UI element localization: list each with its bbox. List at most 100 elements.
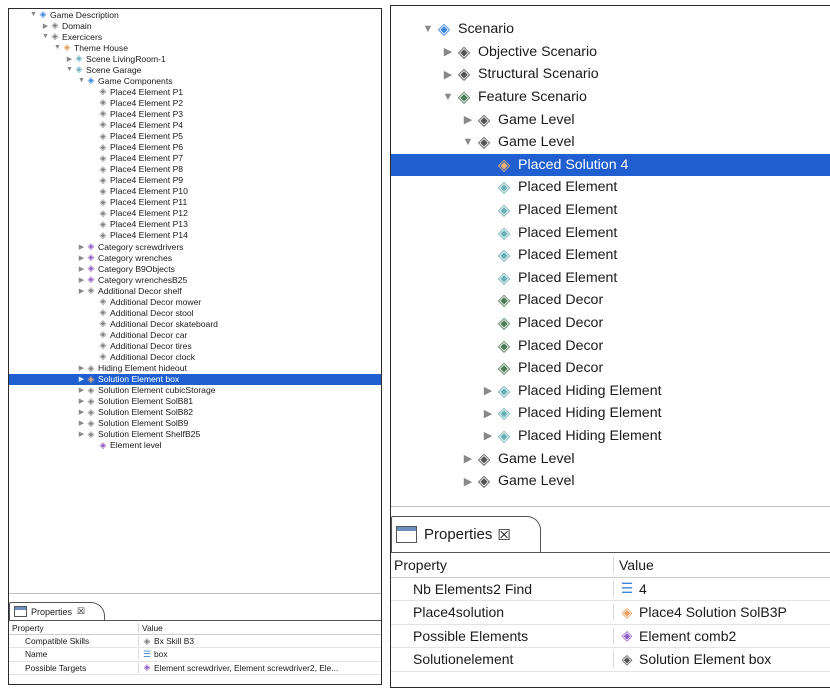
tree-item[interactable]: ▼ ◈ Theme House: [9, 42, 381, 53]
tree-item[interactable]: ▶ ◈ Solution Element SolB9: [9, 418, 381, 429]
tree-item[interactable]: ▶ ◈ Category B9Objects: [9, 263, 381, 274]
tree-item[interactable]: ◈ Place4 Element P1: [9, 86, 381, 97]
collapsed-triangle-icon[interactable]: ▶: [461, 475, 475, 488]
tree-item[interactable]: ◈ Place4 Element P11: [9, 197, 381, 208]
property-value-cell[interactable]: ◈ Place4 Solution SolB3P: [614, 604, 830, 621]
tree-item[interactable]: ◈ Additional Decor mower: [9, 296, 381, 307]
property-value-cell[interactable]: ◈ Bx Skill B3: [139, 636, 381, 647]
tree-item[interactable]: ▶ ◈ Category wrenches: [9, 252, 381, 263]
tree-item[interactable]: ◈ Placed Element: [391, 244, 830, 267]
tree-item[interactable]: ◈ Additional Decor stool: [9, 307, 381, 318]
tree-item[interactable]: ◈ Additional Decor skateboard: [9, 318, 381, 329]
expanded-triangle-icon[interactable]: ▼: [29, 11, 38, 18]
tree-item[interactable]: ▶ ◈ Domain: [9, 20, 381, 31]
property-row[interactable]: Possible Targets ◈ Element screwdriver, El…: [9, 662, 381, 675]
left-properties-tab[interactable]: Properties ☒: [9, 602, 105, 620]
tree-item[interactable]: ◈ Additional Decor clock: [9, 351, 381, 362]
tree-item[interactable]: ◈ Element level: [9, 440, 381, 451]
tree-item[interactable]: ▶ ◈ Structural Scenario: [391, 63, 830, 86]
tree-item[interactable]: ▼ ◈ Game Level: [391, 131, 830, 154]
tree-item[interactable]: ▶ ◈ Scene LivingRoom-1: [9, 53, 381, 64]
right-splitter[interactable]: [391, 506, 830, 511]
tree-item[interactable]: ▶ ◈ Solution Element box: [9, 373, 381, 385]
property-value-cell[interactable]: ◈ Element screwdriver, Element screwdrive…: [139, 662, 381, 673]
tree-item[interactable]: ◈ Placed Decor: [391, 334, 830, 357]
close-icon[interactable]: ☒: [77, 606, 85, 617]
tree-item[interactable]: ◈ Place4 Element P12: [9, 208, 381, 219]
property-row[interactable]: Compatible Skills ◈ Bx Skill B3: [9, 635, 381, 649]
collapsed-triangle-icon[interactable]: ▶: [77, 375, 86, 383]
tree-item[interactable]: ▶ ◈ Solution Element SolB82: [9, 407, 381, 418]
value-column-header[interactable]: Value: [614, 557, 830, 573]
tree-item[interactable]: ◈ Placed Element: [391, 267, 830, 290]
collapsed-triangle-icon[interactable]: ▶: [77, 419, 86, 427]
tree-item[interactable]: ▶ ◈ Game Level: [391, 108, 830, 131]
collapsed-triangle-icon[interactable]: ▶: [77, 408, 86, 416]
property-row[interactable]: Name ☰ box: [9, 648, 381, 662]
tree-item[interactable]: ▶ ◈ Placed Hiding Element: [391, 425, 830, 448]
tree-item[interactable]: ▼ ◈ Exercicers: [9, 31, 381, 42]
expanded-triangle-icon[interactable]: ▼: [77, 77, 86, 84]
collapsed-triangle-icon[interactable]: ▶: [41, 22, 50, 30]
property-column-header[interactable]: Property: [391, 557, 614, 574]
tree-item[interactable]: ◈ Placed Element: [391, 199, 830, 222]
tree-item[interactable]: ◈ Place4 Element P4: [9, 119, 381, 130]
tree-item[interactable]: ◈ Additional Decor car: [9, 329, 381, 340]
property-row[interactable]: Nb Elements2 Find ☰ 4: [391, 578, 830, 601]
collapsed-triangle-icon[interactable]: ▶: [77, 243, 86, 251]
tree-item[interactable]: ▼ ◈ Feature Scenario: [391, 86, 830, 109]
collapsed-triangle-icon[interactable]: ▶: [481, 429, 495, 442]
tree-item[interactable]: ▶ ◈ Additional Decor shelf: [9, 285, 381, 296]
tree-item[interactable]: ◈ Placed Element: [391, 221, 830, 244]
tree-item[interactable]: ▼ ◈ Scene Garage: [9, 64, 381, 75]
expanded-triangle-icon[interactable]: ▼: [441, 91, 455, 103]
tree-item[interactable]: ◈ Place4 Element P5: [9, 131, 381, 142]
collapsed-triangle-icon[interactable]: ▶: [77, 276, 86, 284]
tree-item[interactable]: ◈ Placed Decor: [391, 289, 830, 312]
expanded-triangle-icon[interactable]: ▼: [421, 23, 435, 35]
tree-item[interactable]: ◈ Placed Solution 4: [391, 153, 830, 177]
collapsed-triangle-icon[interactable]: ▶: [461, 113, 475, 126]
property-value-cell[interactable]: ☰ 4: [614, 580, 830, 597]
tree-item[interactable]: ◈ Placed Decor: [391, 312, 830, 335]
tree-item[interactable]: ◈ Placed Element: [391, 176, 830, 199]
collapsed-triangle-icon[interactable]: ▶: [77, 287, 86, 295]
tree-item[interactable]: ◈ Place4 Element P3: [9, 108, 381, 119]
tree-item[interactable]: ◈ Place4 Element P10: [9, 186, 381, 197]
property-value-cell[interactable]: ◈ Element comb2: [614, 627, 830, 644]
value-column-header[interactable]: Value: [139, 623, 381, 633]
tree-item[interactable]: ◈ Additional Decor tires: [9, 340, 381, 351]
collapsed-triangle-icon[interactable]: ▶: [77, 364, 86, 372]
tree-item[interactable]: ▶ ◈ Solution Element cubicStorage: [9, 385, 381, 396]
collapsed-triangle-icon[interactable]: ▶: [481, 384, 495, 397]
tree-item[interactable]: ◈ Place4 Element P8: [9, 164, 381, 175]
property-column-header[interactable]: Property: [9, 623, 139, 634]
tree-item[interactable]: ▶ ◈ Placed Hiding Element: [391, 402, 830, 425]
tree-item[interactable]: ◈ Place4 Element P2: [9, 97, 381, 108]
tree-item[interactable]: ▶ ◈ Game Level: [391, 470, 830, 493]
right-properties-tab[interactable]: Properties ☒: [391, 516, 541, 552]
tree-item[interactable]: ▶ ◈ Solution Element ShelfB25: [9, 429, 381, 440]
tree-item[interactable]: ▶ ◈ Objective Scenario: [391, 41, 830, 64]
property-row[interactable]: Solutionelement ◈ Solution Element box: [391, 648, 830, 672]
collapsed-triangle-icon[interactable]: ▶: [77, 397, 86, 405]
tree-item[interactable]: ◈ Place4 Element P9: [9, 175, 381, 186]
collapsed-triangle-icon[interactable]: ▶: [77, 386, 86, 394]
left-splitter[interactable]: [9, 593, 381, 598]
property-row[interactable]: Place4solution ◈ Place4 Solution SolB3P: [391, 601, 830, 625]
property-value-cell[interactable]: ◈ Solution Element box: [614, 651, 830, 668]
tree-item[interactable]: ◈ Place4 Element P14: [9, 230, 381, 241]
tree-item[interactable]: ▼ ◈ Game Components: [9, 75, 381, 86]
collapsed-triangle-icon[interactable]: ▶: [77, 265, 86, 273]
collapsed-triangle-icon[interactable]: ▶: [77, 430, 86, 438]
expanded-triangle-icon[interactable]: ▼: [65, 66, 74, 73]
tree-item[interactable]: ▶ ◈ Game Level: [391, 447, 830, 470]
tree-item[interactable]: ▶ ◈ Category screwdrivers: [9, 241, 381, 252]
tree-item[interactable]: ◈ Place4 Element P13: [9, 219, 381, 230]
property-value-cell[interactable]: ☰ box: [139, 649, 381, 660]
tree-item[interactable]: ▶ ◈ Category wrenchesB25: [9, 274, 381, 285]
collapsed-triangle-icon[interactable]: ▶: [65, 55, 74, 63]
tree-item[interactable]: ▼ ◈ Game Description: [9, 9, 381, 20]
tree-item[interactable]: ◈ Place4 Element P7: [9, 153, 381, 164]
collapsed-triangle-icon[interactable]: ▶: [461, 452, 475, 465]
